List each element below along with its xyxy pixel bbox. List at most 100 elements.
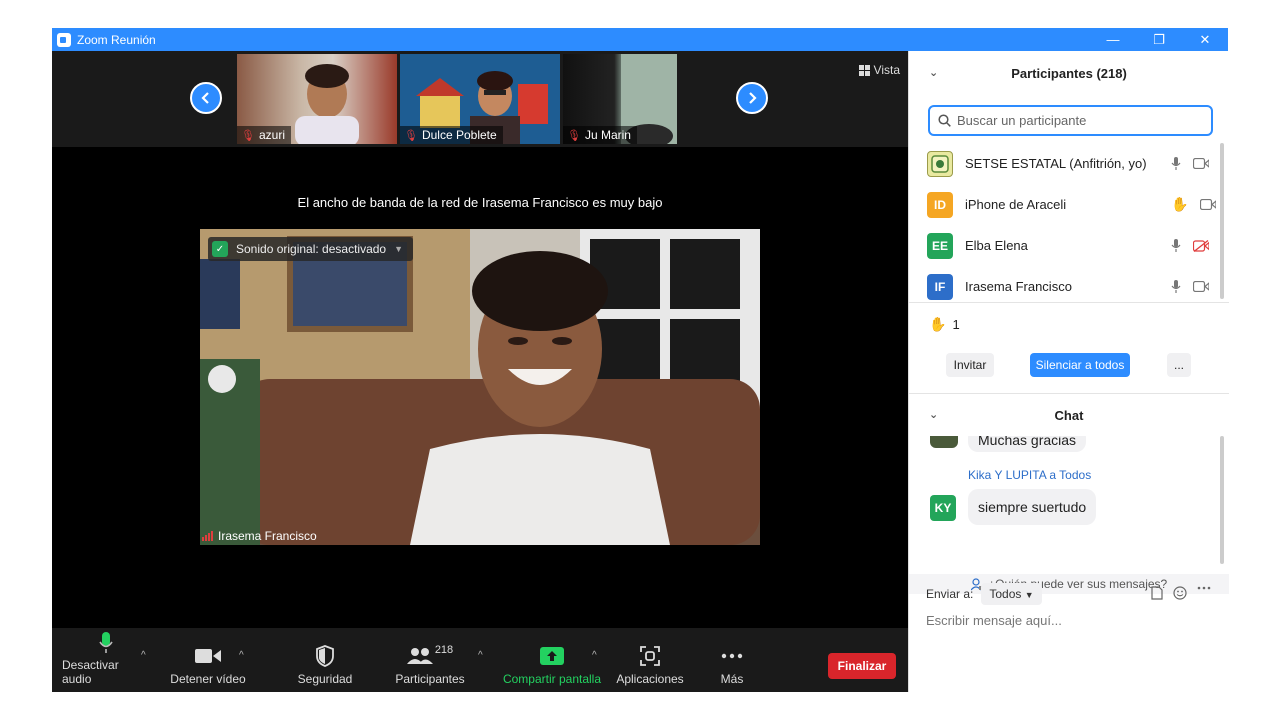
participants-label: Participantes	[395, 672, 465, 686]
microphone-icon[interactable]	[1171, 238, 1181, 253]
participant-row[interactable]: SETSE ESTATAL (Anfitrión, yo)	[909, 143, 1229, 184]
mic-muted-icon: 🎙	[241, 129, 255, 142]
speaker-name: Irasema Francisco	[218, 529, 317, 543]
microphone-icon[interactable]	[1171, 156, 1181, 171]
participant-thumbnail[interactable]: 🎙 Ju Marin	[563, 54, 677, 144]
mic-muted-icon: 🎙	[567, 129, 581, 142]
restore-button[interactable]: ❐	[1136, 28, 1182, 51]
participants-options-caret[interactable]: ^	[478, 650, 483, 661]
original-sound-label: Sonido original: desactivado	[236, 242, 387, 256]
participant-status	[1171, 279, 1209, 294]
participant-row[interactable]: IF Irasema Francisco	[909, 266, 1229, 307]
share-screen-button[interactable]: Compartir pantalla	[500, 628, 604, 692]
avatar	[930, 436, 958, 448]
participant-list-scrollbar[interactable]	[1220, 143, 1224, 299]
apps-label: Aplicaciones	[616, 672, 684, 686]
invite-button[interactable]: Invitar	[946, 353, 994, 377]
participant-name: Irasema Francisco	[965, 279, 1072, 294]
mute-all-button[interactable]: Silenciar a todos	[1030, 353, 1130, 377]
audio-label: Desactivar audio	[62, 658, 119, 686]
participant-status: ✋	[1171, 196, 1217, 213]
original-sound-toggle[interactable]: ✓ Sonido original: desactivado ▼	[208, 237, 414, 261]
side-panel: ⌄ Participantes (218) Buscar un particip…	[908, 51, 1229, 692]
participant-thumbnail[interactable]: 🎙 Dulce Poblete	[400, 54, 560, 144]
active-speaker-video[interactable]: ✓ Sonido original: desactivado ▼ Irasema…	[200, 229, 760, 545]
search-icon	[938, 114, 951, 127]
audio-options-caret[interactable]: ^	[141, 650, 146, 661]
divider	[909, 302, 1229, 303]
chat-tools	[1151, 586, 1211, 600]
end-meeting-button[interactable]: Finalizar	[828, 653, 896, 679]
video-area: 🎙 azuri 🎙 Dulce Poblete 🎙 Ju Marin Vista…	[52, 51, 908, 628]
security-button[interactable]: Seguridad	[292, 628, 358, 692]
participant-name: iPhone de Araceli	[965, 197, 1067, 212]
previous-page-button[interactable]	[190, 82, 222, 114]
share-screen-icon	[540, 647, 564, 665]
chat-message-text: Muchas gracias	[978, 436, 1077, 448]
view-button[interactable]: Vista	[858, 63, 900, 77]
emoji-icon[interactable]	[1173, 586, 1187, 600]
mute-audio-button[interactable]: Desactivar audio	[62, 628, 150, 692]
participant-name: Elba Elena	[965, 238, 1028, 253]
microphone-icon[interactable]	[1171, 279, 1181, 294]
gallery-strip: 🎙 azuri 🎙 Dulce Poblete 🎙 Ju Marin Vista	[52, 51, 908, 147]
video-off-icon[interactable]	[1193, 239, 1209, 252]
meeting-toolbar: Desactivar audio ^ Detener vídeo ^ Segur…	[52, 628, 908, 692]
participant-search-input[interactable]: Buscar un participante	[928, 105, 1213, 136]
more-dots-icon	[721, 653, 743, 659]
view-label: Vista	[873, 63, 900, 77]
avatar: EE	[927, 232, 953, 259]
participants-button[interactable]: 218 Participantes	[392, 628, 468, 692]
shield-icon	[316, 645, 334, 667]
divider	[909, 393, 1229, 394]
participant-status	[1171, 238, 1209, 253]
dropdown-arrow-icon: ▼	[394, 244, 404, 254]
apps-button[interactable]: Aplicaciones	[614, 628, 686, 692]
participant-row[interactable]: ID iPhone de Araceli ✋	[909, 184, 1229, 225]
security-label: Seguridad	[297, 672, 353, 686]
participant-name: SETSE ESTATAL (Anfitrión, yo)	[965, 156, 1147, 171]
minimize-button[interactable]: —	[1090, 28, 1136, 51]
chat-title: Chat	[1054, 407, 1084, 423]
collapse-chevron-icon[interactable]: ⌄	[929, 408, 938, 421]
zoom-window: Zoom Reunión — ❐ ✕ 🎙 azuri 🎙 Dulce Poble…	[52, 28, 1229, 692]
participants-header: ⌄ Participantes (218)	[909, 51, 1229, 95]
collapse-chevron-icon[interactable]: ⌄	[929, 66, 938, 79]
file-icon[interactable]	[1151, 586, 1163, 600]
people-icon	[406, 648, 433, 664]
video-camera-icon[interactable]	[1193, 281, 1209, 292]
bandwidth-notice: El ancho de banda de la red de Irasema F…	[297, 195, 663, 210]
microphone-icon	[99, 632, 113, 653]
participant-thumbnail[interactable]: 🎙 azuri	[237, 54, 397, 144]
chat-messages: Muchas gracias Kika Y LUPITA a Todos KY …	[909, 436, 1229, 546]
chat-message: Muchas gracias	[968, 436, 1087, 452]
participants-more-button[interactable]: ...	[1167, 353, 1191, 377]
more-dots-icon[interactable]	[1197, 586, 1211, 590]
participant-row[interactable]: EE Elba Elena	[909, 225, 1229, 266]
avatar: IF	[927, 273, 953, 300]
participant-name: azuri	[258, 128, 285, 142]
share-options-caret[interactable]: ^	[592, 650, 597, 661]
participant-name: Dulce Poblete	[421, 128, 497, 142]
chevron-left-icon	[201, 92, 209, 104]
chat-scrollbar[interactable]	[1220, 436, 1224, 564]
raised-hand-icon: ✋	[1171, 196, 1189, 212]
stop-video-button[interactable]: Detener vídeo	[168, 628, 248, 692]
participant-name: Ju Marin	[584, 128, 631, 142]
avatar: KY	[930, 495, 956, 521]
shield-check-icon: ✓	[212, 241, 228, 257]
video-label: Detener vídeo	[170, 672, 246, 686]
recipient-dropdown[interactable]: Todos ▼	[981, 583, 1042, 605]
zoom-logo-icon	[57, 32, 71, 47]
chat-message-text: siempre suertudo	[978, 499, 1087, 515]
video-options-caret[interactable]: ^	[239, 650, 244, 661]
more-button[interactable]: Más	[710, 628, 754, 692]
next-page-button[interactable]	[736, 82, 768, 114]
close-button[interactable]: ✕	[1182, 28, 1228, 51]
avatar	[927, 150, 953, 177]
chat-message-input[interactable]: Escribir mensaje aquí...	[926, 613, 1062, 628]
video-camera-icon[interactable]	[1200, 199, 1217, 210]
video-camera-icon[interactable]	[1193, 158, 1209, 169]
participant-name-tag: 🎙 Ju Marin	[563, 126, 637, 144]
search-placeholder: Buscar un participante	[957, 113, 1087, 128]
